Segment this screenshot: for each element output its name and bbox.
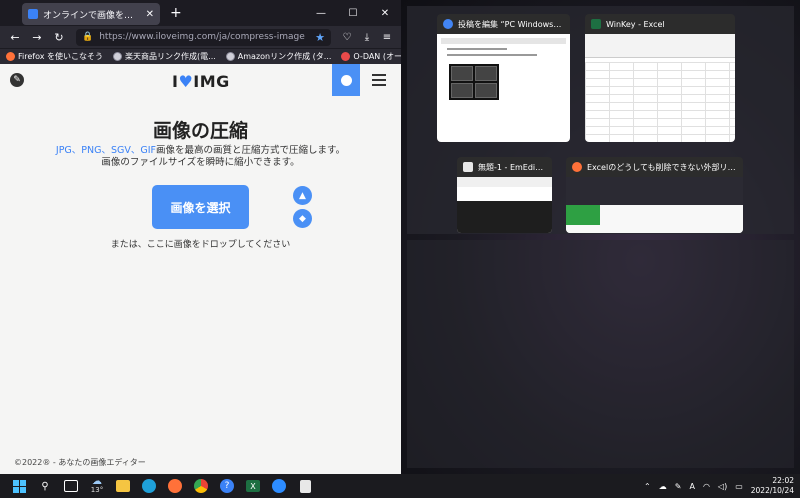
chrome-icon[interactable] [190,475,212,497]
firefox-icon [6,52,15,61]
weather-icon[interactable]: ☁ 13° [86,475,108,497]
site-logo[interactable]: I♥IMG [172,72,230,91]
browser-window: オンラインで画像を圧縮。最高の画 ✕ + — ☐ ✕ ← → ↻ 🔒 https… [0,0,401,474]
reload-icon[interactable]: ↻ [48,31,70,44]
volume-icon[interactable]: ◁) [718,482,727,491]
window-thumbnail-chrome[interactable]: 投稿を編集 “PC Windowsキーの役... [437,14,570,142]
pocket-icon[interactable]: ♡ [337,32,357,43]
thumbnail-preview [566,177,743,233]
bookmark-item[interactable]: Amazonリンク作成 (タ... [225,51,331,62]
onedrive-icon[interactable]: ☁ [659,482,667,491]
battery-icon[interactable]: ▭ [735,482,743,491]
system-tray: ⌃ ☁ ✎ A ◠ ◁) ▭ 22:02 2022/10/24 [640,476,800,496]
download-icon[interactable]: ⤓ [357,32,377,43]
dropbox-icon[interactable]: ◆ [293,209,312,228]
nav-bar: ← → ↻ 🔒 https://www.iloveimg.com/ja/comp… [0,26,401,48]
page-footer: ©2022® - あなたの画像エディター [14,458,146,467]
start-button[interactable] [8,475,30,497]
zoom-icon[interactable] [268,475,290,497]
tab-close-icon[interactable]: ✕ [146,9,154,20]
globe-icon [225,52,235,61]
toolbar-icons: ♡ ⤓ ≡ [337,32,397,43]
wifi-icon[interactable]: ◠ [703,482,710,491]
windows-icon [12,479,26,493]
firefox-icon[interactable] [164,475,186,497]
emeditor-icon [463,162,473,172]
select-images-button[interactable]: 画像を選択 [152,185,249,229]
snap-group-lower[interactable] [407,240,794,468]
thumbnail-preview [457,177,552,233]
maximize-button[interactable]: ☐ [337,8,369,19]
page-title: 画像の圧縮 [152,120,248,142]
pen-icon[interactable]: ✎ [675,482,682,491]
minimize-button[interactable]: — [305,8,337,19]
google-drive-icon[interactable]: ▲ [293,186,312,205]
tab-bar: オンラインで画像を圧縮。最高の画 ✕ + — ☐ ✕ [0,0,401,26]
user-button[interactable] [332,64,360,96]
window-thumbnail-excel[interactable]: WinKey - Excel [585,14,735,142]
excel-icon [591,19,601,29]
notepad-icon[interactable] [294,475,316,497]
window-title: Excelのどうしても削除できない外部リンクを強制解除す... [587,162,737,172]
drop-hint: または、ここに画像をドロップしてください [110,240,291,250]
window-title: WinKey - Excel [606,19,665,29]
window-title: 無題-1 - EmEditor [478,162,546,172]
favicon-icon [28,9,38,19]
url-text: https://www.iloveimg.com/ja/compress-ima… [99,32,305,42]
wrench-icon[interactable]: ✎ [10,73,24,87]
task-view-icon[interactable] [60,475,82,497]
odan-icon [341,52,351,61]
heart-icon: ♥ [178,72,194,91]
window-thumbnail-emeditor[interactable]: 無題-1 - EmEditor [457,157,552,233]
lock-icon: 🔒 [82,32,94,42]
edge-icon[interactable] [138,475,160,497]
close-window-button[interactable]: ✕ [369,8,401,19]
site-header: ✎ I♥IMG [0,64,401,96]
bookmark-star-icon[interactable]: ★ [315,31,325,44]
url-bar[interactable]: 🔒 https://www.iloveimg.com/ja/compress-i… [76,28,331,46]
window-thumbnail-firefox[interactable]: Excelのどうしても削除できない外部リンクを強制解除す... [566,157,743,233]
excel-icon[interactable]: X [242,475,264,497]
new-tab-button[interactable]: + [170,5,182,21]
window-title: 投稿を編集 “PC Windowsキーの役... [458,19,564,29]
bookmarks-bar: Firefox を使いこなそう 楽天商品リンク作成(電... Amazonリンク… [0,48,401,64]
chrome-icon [443,19,453,29]
web-page: ✎ I♥IMG 画像の圧縮 JPG、PNG、SGV、GIF画像を最高の画質と圧縮… [0,64,401,474]
bookmark-item[interactable]: O-DAN (オーダン) - 無... [341,51,401,62]
ime-indicator[interactable]: A [689,482,694,491]
taskbar: ⚲ ☁ 13° ? X ⌃ ☁ ✎ A ◠ ◁) ▭ 22:02 2022/10/… [0,474,800,498]
page-subtitle-2: 画像のファイルサイズを瞬時に縮小できます。 [101,157,300,168]
hamburger-menu-icon[interactable] [372,74,386,89]
firefox-icon [572,162,582,172]
search-icon[interactable]: ⚲ [34,475,56,497]
bookmark-item[interactable]: Firefox を使いこなそう [6,51,103,62]
forward-arrow-icon[interactable]: → [26,31,48,44]
window-controls: — ☐ ✕ [305,8,401,19]
chevron-up-icon[interactable]: ⌃ [644,482,651,491]
back-arrow-icon[interactable]: ← [4,31,26,44]
bookmark-item[interactable]: 楽天商品リンク作成(電... [113,51,216,62]
browser-tab[interactable]: オンラインで画像を圧縮。最高の画 ✕ [22,3,160,25]
user-icon [340,74,352,86]
menu-icon[interactable]: ≡ [377,32,397,43]
file-explorer-icon[interactable] [112,475,134,497]
thumbnail-preview [585,34,735,142]
help-icon[interactable]: ? [216,475,238,497]
clock[interactable]: 22:02 2022/10/24 [751,476,794,496]
thumbnail-preview [437,34,570,142]
globe-icon [113,52,123,61]
tab-title: オンラインで画像を圧縮。最高の画 [43,10,142,21]
